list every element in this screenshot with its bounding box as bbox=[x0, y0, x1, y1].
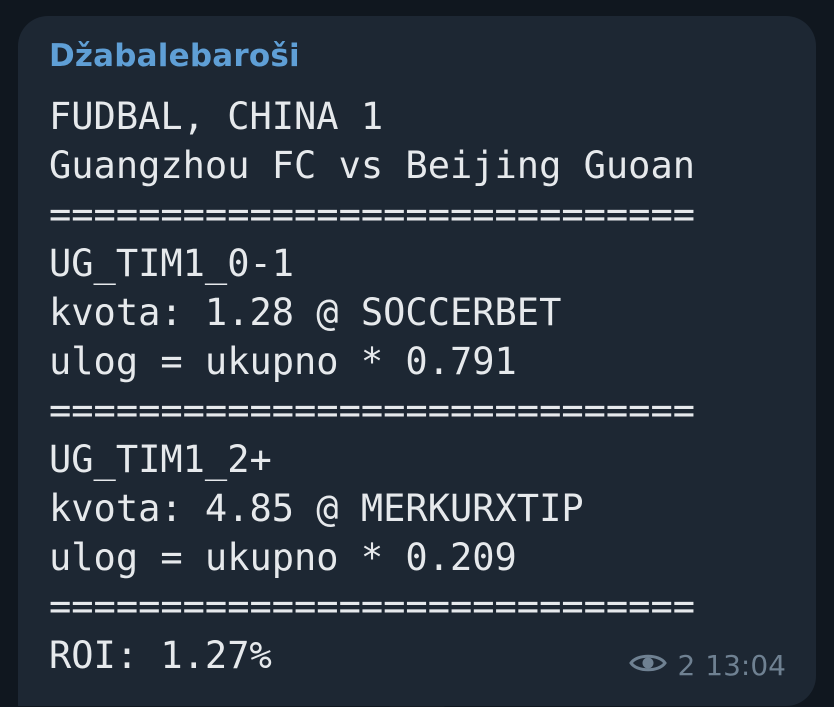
message-bubble[interactable]: Džabalebaroši FUDBAL, CHINA 1 Guangzhou … bbox=[18, 16, 816, 706]
sender-name[interactable]: Džabalebaroši bbox=[49, 38, 300, 74]
message-line-sport: FUDBAL, CHINA 1 bbox=[49, 95, 384, 138]
message-line-stake-1: ulog = ukupno * 0.791 bbox=[49, 340, 517, 383]
message-separator: ============================= bbox=[49, 585, 696, 628]
message-line-roi: ROI: 1.27% bbox=[49, 634, 272, 677]
message-separator: ============================= bbox=[49, 389, 696, 432]
message-line-bet-2: UG_TIM1_2+ bbox=[49, 438, 272, 481]
message-meta: 2 13:04 bbox=[629, 649, 786, 682]
message-line-stake-2: ulog = ukupno * 0.209 bbox=[49, 536, 517, 579]
message-line-odds-2: kvota: 4.85 @ MERKURXTIP bbox=[49, 487, 584, 530]
message-line-bet-1: UG_TIM1_0-1 bbox=[49, 242, 295, 285]
message-time: 13:04 bbox=[705, 649, 786, 682]
message-separator: ============================= bbox=[49, 193, 696, 236]
message-line-odds-1: kvota: 1.28 @ SOCCERBET bbox=[49, 291, 562, 334]
message-line-match: Guangzhou FC vs Beijing Guoan bbox=[49, 144, 696, 187]
eye-icon bbox=[629, 649, 668, 682]
view-count: 2 bbox=[677, 649, 696, 682]
